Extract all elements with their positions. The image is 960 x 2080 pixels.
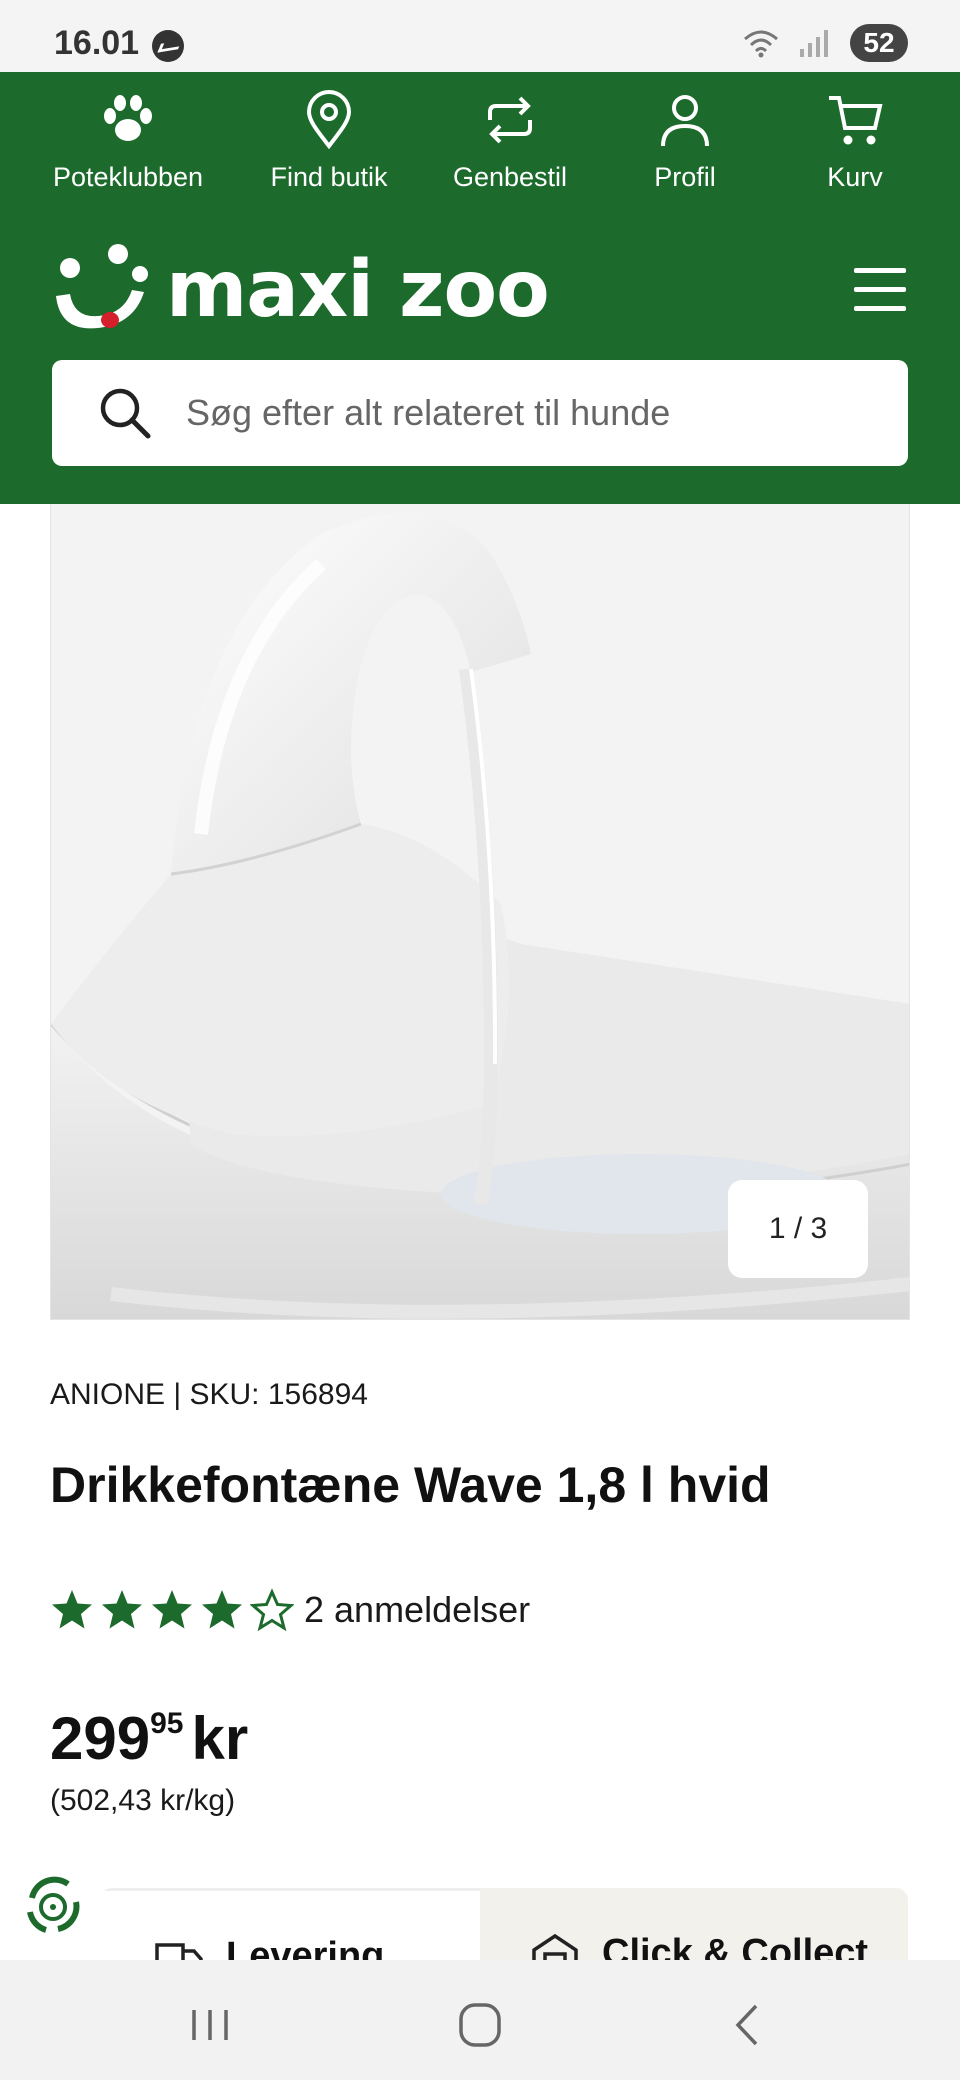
- star-filled-icon: [52, 1590, 92, 1629]
- tab-delivery-label: Levering: [226, 1935, 385, 1960]
- nav-label: Profil: [654, 162, 716, 192]
- nav-label: Kurv: [827, 162, 883, 192]
- menu-line: [854, 268, 906, 273]
- image-counter: 1 / 3: [728, 1180, 868, 1278]
- review-count-link[interactable]: 2 anmeldelser: [304, 1589, 530, 1631]
- product-title: Drikkefontæne Wave 1,8 l hvid: [50, 1457, 771, 1513]
- home-icon[interactable]: [450, 2000, 510, 2050]
- signal-icon: [800, 30, 828, 57]
- battery-indicator: 52: [850, 24, 908, 62]
- tab-click-and-collect[interactable]: Click & Collect: [480, 1888, 908, 1960]
- nav-label: Genbestil: [452, 162, 568, 192]
- status-icons: 52: [742, 24, 908, 62]
- top-navigation: Poteklubben Find butik Genbestil Profil …: [0, 90, 960, 210]
- unit-price: (502,43 kr/kg): [50, 1784, 236, 1817]
- eco-recycle-badge-icon[interactable]: [18, 1872, 88, 1942]
- tab-collect-label: Click & Collect: [602, 1932, 869, 1960]
- location-pin-icon: [306, 90, 352, 150]
- hamburger-menu-button[interactable]: [854, 268, 906, 312]
- logo-mark-icon: [56, 244, 148, 329]
- status-time: 16.01: [54, 24, 140, 62]
- wifi-icon: [744, 30, 778, 58]
- menu-line: [854, 287, 906, 292]
- user-icon: [661, 95, 709, 147]
- recent-apps-icon[interactable]: [180, 2000, 240, 2050]
- search-bar[interactable]: Søg efter alt relateret til hunde: [52, 360, 908, 466]
- star-filled-icon: [152, 1590, 192, 1629]
- nav-genbestil[interactable]: Genbestil: [420, 90, 600, 193]
- price-decimals: 95: [150, 1707, 184, 1740]
- brand-sku: ANIONE | SKU: 156894: [50, 1378, 368, 1411]
- status-bar: 16.01 52: [0, 0, 960, 72]
- search-input[interactable]: Søg efter alt relateret til hunde: [186, 392, 670, 434]
- messenger-icon: [152, 30, 184, 62]
- tab-delivery[interactable]: Levering: [100, 1888, 480, 1960]
- repeat-icon: [488, 96, 532, 144]
- menu-line: [854, 306, 906, 311]
- star-empty-icon: [250, 1588, 294, 1632]
- cart-icon: [829, 96, 883, 145]
- nav-label: Find butik: [270, 162, 388, 192]
- rating-summary[interactable]: 2 anmeldelser: [50, 1588, 530, 1632]
- store-icon: [532, 1933, 578, 1960]
- price-currency: kr: [191, 1705, 249, 1772]
- site-header: Poteklubben Find butik Genbestil Profil …: [0, 72, 960, 504]
- price: 29995 kr: [50, 1704, 248, 1773]
- logo-text: maxi zoo: [166, 245, 550, 335]
- nav-find-butik[interactable]: Find butik: [239, 90, 419, 193]
- search-icon: [100, 388, 151, 439]
- delivery-options: Levering Click & Collect: [100, 1888, 908, 1960]
- nav-label: Poteklubben: [52, 162, 204, 192]
- nav-profil[interactable]: Profil: [595, 90, 775, 193]
- star-filled-icon: [202, 1590, 242, 1629]
- system-navigation-bar: [0, 1960, 960, 2080]
- maxi-zoo-logo[interactable]: maxi zoo: [48, 240, 550, 340]
- nav-kurv[interactable]: Kurv: [765, 90, 945, 193]
- nav-poteklubben[interactable]: Poteklubben: [38, 90, 218, 193]
- price-integer: 299: [50, 1705, 151, 1772]
- truck-icon: [155, 1943, 203, 1960]
- star-filled-icon: [102, 1590, 142, 1629]
- back-icon[interactable]: [718, 2000, 778, 2050]
- paw-icon: [104, 95, 152, 141]
